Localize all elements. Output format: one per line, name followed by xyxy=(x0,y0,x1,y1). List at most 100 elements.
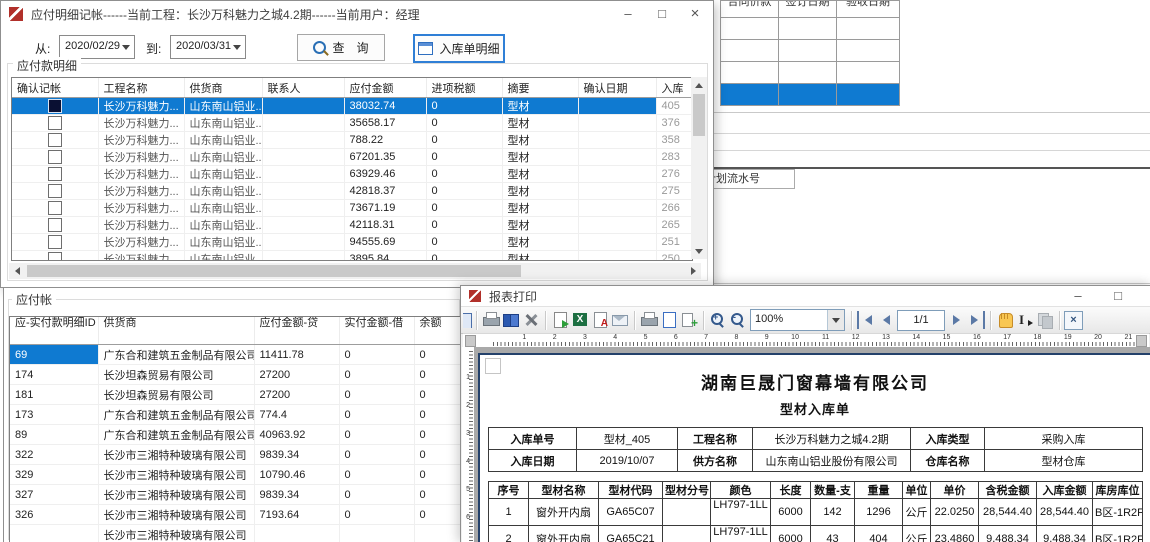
page-number-box[interactable]: 1/1 xyxy=(897,310,945,331)
paid-cell: 0 xyxy=(339,365,414,385)
confirm-checkbox[interactable] xyxy=(48,252,62,261)
report-column-header: 型材代码 xyxy=(599,482,663,499)
balance-cell: 0 xyxy=(414,405,460,425)
payable-detail-titlebar[interactable]: 应付明细记帐------当前工程：长沙万科魅力之城4.2期------当前用户：… xyxy=(1,1,713,27)
pdf-export-icon[interactable] xyxy=(591,311,609,329)
memo-cell: 型材 xyxy=(502,251,578,262)
background-divider xyxy=(712,133,1150,134)
confirm-checkbox[interactable] xyxy=(48,99,62,113)
payable-row[interactable]: 长沙万科魅力... 山东南山铝业... 94555.69 0 型材 251 xyxy=(12,234,692,251)
account-row[interactable]: 长沙市三湘特种玻璃有限公司 xyxy=(10,525,460,542)
next-page-button[interactable] xyxy=(948,311,964,329)
report-form-icon[interactable] xyxy=(463,312,472,328)
payable-row[interactable]: 长沙万科魅力... 山东南山铝业... 73671.19 0 型材 266 xyxy=(12,200,692,217)
payable-row[interactable]: 长沙万科魅力... 山东南山铝业... 788.22 0 型材 358 xyxy=(12,132,692,149)
account-row[interactable]: 173 广东合和建筑五金制品有限公司 774.4 0 0 xyxy=(10,405,460,425)
scroll-up-icon[interactable] xyxy=(691,77,707,93)
balance-cell xyxy=(414,525,460,542)
scroll-right-icon[interactable] xyxy=(685,263,701,279)
print-setup-icon[interactable] xyxy=(640,311,658,329)
confirm-checkbox[interactable] xyxy=(48,184,62,198)
tools-icon[interactable] xyxy=(522,311,540,329)
scrollbar-thumb[interactable] xyxy=(27,265,521,277)
mail-icon[interactable] xyxy=(611,311,629,329)
payable-row[interactable]: 长沙万科魅力... 山东南山铝业... 35658.17 0 型材 376 xyxy=(12,115,692,132)
contract-table-header-row: 合同价款签订日期验收日期 xyxy=(721,1,900,18)
chevron-down-icon[interactable] xyxy=(228,36,245,58)
excel-export-icon[interactable] xyxy=(571,311,589,329)
maximize-button[interactable]: □ xyxy=(1101,286,1135,306)
multi-page-icon[interactable] xyxy=(680,311,698,329)
payable-row[interactable]: 长沙万科魅力... 山东南山铝业... 42818.37 0 型材 275 xyxy=(12,183,692,200)
scroll-left-icon[interactable] xyxy=(9,263,25,279)
vertical-scrollbar[interactable] xyxy=(691,77,707,259)
supplier-cell: 山东南山铝业... xyxy=(184,98,262,115)
ruler-number: 9 xyxy=(738,334,768,341)
balance-cell: 0 xyxy=(414,345,460,365)
account-row[interactable]: 89 广东合和建筑五金制品有限公司 40963.92 0 0 xyxy=(10,425,460,445)
from-date-combo[interactable]: 2020/02/29 xyxy=(59,35,135,59)
confirm-checkbox[interactable] xyxy=(48,235,62,249)
book-icon[interactable] xyxy=(502,311,520,329)
close-preview-icon[interactable]: × xyxy=(1064,311,1083,330)
payable-row[interactable]: 长沙万科魅力... 山东南山铝业... 63929.46 0 型材 276 xyxy=(12,166,692,183)
confirm-checkbox[interactable] xyxy=(48,218,62,232)
zoom-in-icon[interactable]: + xyxy=(709,311,727,329)
grid-column-header: 实付金额-借 xyxy=(339,317,414,345)
close-button[interactable]: × xyxy=(1139,286,1150,306)
zoom-out-icon[interactable]: - xyxy=(729,311,747,329)
report-column-header: 单位 xyxy=(903,482,931,499)
supplier-cell: 长沙坦森贸易有限公司 xyxy=(98,385,254,405)
minimize-button[interactable]: – xyxy=(611,1,645,27)
export-file-icon[interactable] xyxy=(551,311,569,329)
grid-column-header: 余额 xyxy=(414,317,460,345)
ruler-number: 2 xyxy=(462,381,470,409)
payable-row[interactable]: 长沙万科魅力... 山东南山铝业... 67201.35 0 型材 283 xyxy=(12,149,692,166)
prev-page-button[interactable] xyxy=(878,311,894,329)
scrollbar-thumb[interactable] xyxy=(693,94,705,136)
hand-tool-icon[interactable] xyxy=(996,311,1014,329)
account-row[interactable]: 322 长沙市三湘特种玻璃有限公司 9839.34 0 0 xyxy=(10,445,460,465)
inbound-detail-button[interactable]: 入库单明细 xyxy=(413,34,505,63)
report-titlebar[interactable]: 报表打印 xyxy=(461,286,1150,306)
contact-cell xyxy=(262,98,344,115)
account-row[interactable]: 181 长沙坦森贸易有限公司 27200 0 0 xyxy=(10,385,460,405)
page-view-icon[interactable] xyxy=(660,311,678,329)
payable-row[interactable]: 长沙万科魅力... 山东南山铝业... 3895.84 0 型材 250 xyxy=(12,251,692,262)
payable-detail-grid: 确认记帐工程名称供货商联系人应付金额进项税额摘要确认日期入库 长沙万科魅力...… xyxy=(11,77,693,261)
account-row[interactable]: 326 长沙市三湘特种玻璃有限公司 7193.64 0 0 xyxy=(10,505,460,525)
payable-account-window: 应付帐 应-实付款明细ID供货商应付金额-贷实付金额-借余额 69 xyxy=(3,287,463,542)
confirm-checkbox[interactable] xyxy=(48,150,62,164)
close-button[interactable]: × xyxy=(678,1,712,27)
text-select-icon[interactable] xyxy=(1016,311,1034,329)
grid-column-header: 供货商 xyxy=(184,78,262,98)
copy-icon[interactable] xyxy=(1036,311,1054,329)
window-title: 应付明细记帐------当前工程：长沙万科魅力之城4.2期------当前用户：… xyxy=(31,6,420,23)
confirm-checkbox[interactable] xyxy=(48,116,62,130)
payable-row[interactable]: 长沙万科魅力... 山东南山铝业... 42118.31 0 型材 265 xyxy=(12,217,692,234)
account-row[interactable]: 174 长沙坦森贸易有限公司 27200 0 0 xyxy=(10,365,460,385)
scroll-down-icon[interactable] xyxy=(691,243,707,259)
horizontal-scrollbar[interactable] xyxy=(9,263,701,279)
first-page-button[interactable] xyxy=(857,311,876,329)
account-row[interactable]: 327 长沙市三湘特种玻璃有限公司 9839.34 0 0 xyxy=(10,485,460,505)
confirm-checkbox[interactable] xyxy=(48,167,62,181)
minimize-button[interactable]: – xyxy=(1061,286,1095,306)
print-icon[interactable] xyxy=(482,311,500,329)
chevron-down-icon[interactable] xyxy=(117,36,134,58)
maximize-button[interactable]: □ xyxy=(645,1,679,27)
to-date-combo[interactable]: 2020/03/31 xyxy=(170,35,246,59)
info-value: 采购入库 xyxy=(985,428,1143,450)
last-page-button[interactable] xyxy=(966,311,985,329)
query-button[interactable]: 查 询 xyxy=(297,34,385,61)
account-row[interactable]: 329 长沙市三湘特种玻璃有限公司 10790.46 0 0 xyxy=(10,465,460,485)
chevron-down-icon[interactable] xyxy=(827,310,844,330)
payable-row[interactable]: 长沙万科魅力... 山东南山铝业... 38032.74 0 型材 405 xyxy=(12,98,692,115)
zoom-level-combo[interactable]: 100% xyxy=(750,309,845,331)
confirm-checkbox[interactable] xyxy=(48,201,62,215)
background-divider xyxy=(712,112,1150,113)
confirm-checkbox[interactable] xyxy=(48,133,62,147)
account-row[interactable]: 69 广东合和建筑五金制品有限公司 11411.78 0 0 xyxy=(10,345,460,365)
report-info-table: 入库单号 型材_405 工程名称 长沙万科魅力之城4.2期 入库类型 采购入库 … xyxy=(488,427,1143,472)
report-preview-area[interactable]: 湖南巨晟门窗幕墙有限公司 型材入库单 入库单号 型材_405 工程名称 xyxy=(474,347,1150,542)
